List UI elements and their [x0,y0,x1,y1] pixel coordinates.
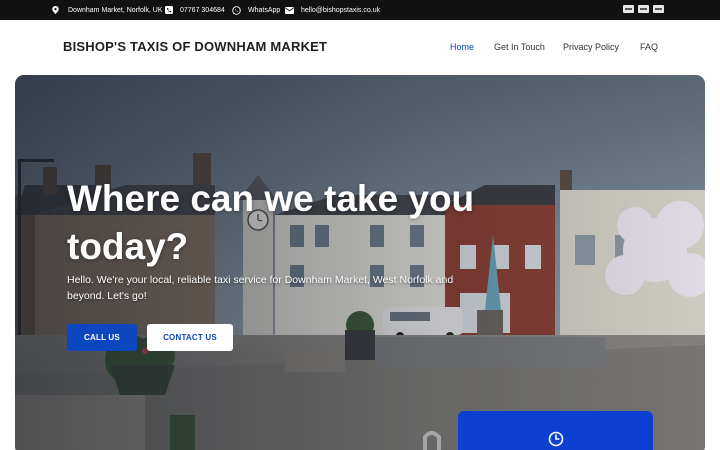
whatsapp-info[interactable]: WhatsApp [232,0,280,20]
hero-title: Where can we take you today? [67,178,475,267]
site-header: BISHOP'S TAXIS OF DOWNHAM MARKET Home Ge… [0,20,720,75]
hours-card [458,411,653,450]
phone-info[interactable]: 07767 304684 [165,0,225,20]
card-icon [653,5,664,13]
nav-privacy-policy[interactable]: Privacy Policy [563,42,619,52]
phone-icon [165,6,173,14]
call-us-button[interactable]: CALL US [67,324,137,351]
map-pin-icon [52,6,59,14]
location-info: Downham Market, Norfolk, UK [52,0,163,20]
clock-icon [548,431,564,447]
whatsapp-link[interactable]: WhatsApp [248,7,280,14]
phone-link[interactable]: 07767 304684 [180,7,225,14]
envelope-icon [285,6,294,14]
payment-icons [623,5,664,13]
nav-get-in-touch[interactable]: Get In Touch [494,42,545,52]
contact-us-button[interactable]: CONTACT US [147,324,233,351]
email-link[interactable]: hello@bishopstaxis.co.uk [301,7,380,14]
card-icon [623,5,634,13]
nav-faq[interactable]: FAQ [640,42,658,52]
whatsapp-icon [232,5,241,15]
site-brand[interactable]: BISHOP'S TAXIS OF DOWNHAM MARKET [63,39,327,54]
location-text: Downham Market, Norfolk, UK [68,6,163,14]
hero-section: Where can we take you today? Hello. We'r… [15,75,705,450]
card-icon [638,5,649,13]
email-info[interactable]: hello@bishopstaxis.co.uk [285,0,380,20]
top-info-bar: Downham Market, Norfolk, UK 07767 304684… [0,0,720,20]
nav-home[interactable]: Home [450,42,474,52]
hero-subtitle: Hello. We're your local, reliable taxi s… [67,274,454,302]
